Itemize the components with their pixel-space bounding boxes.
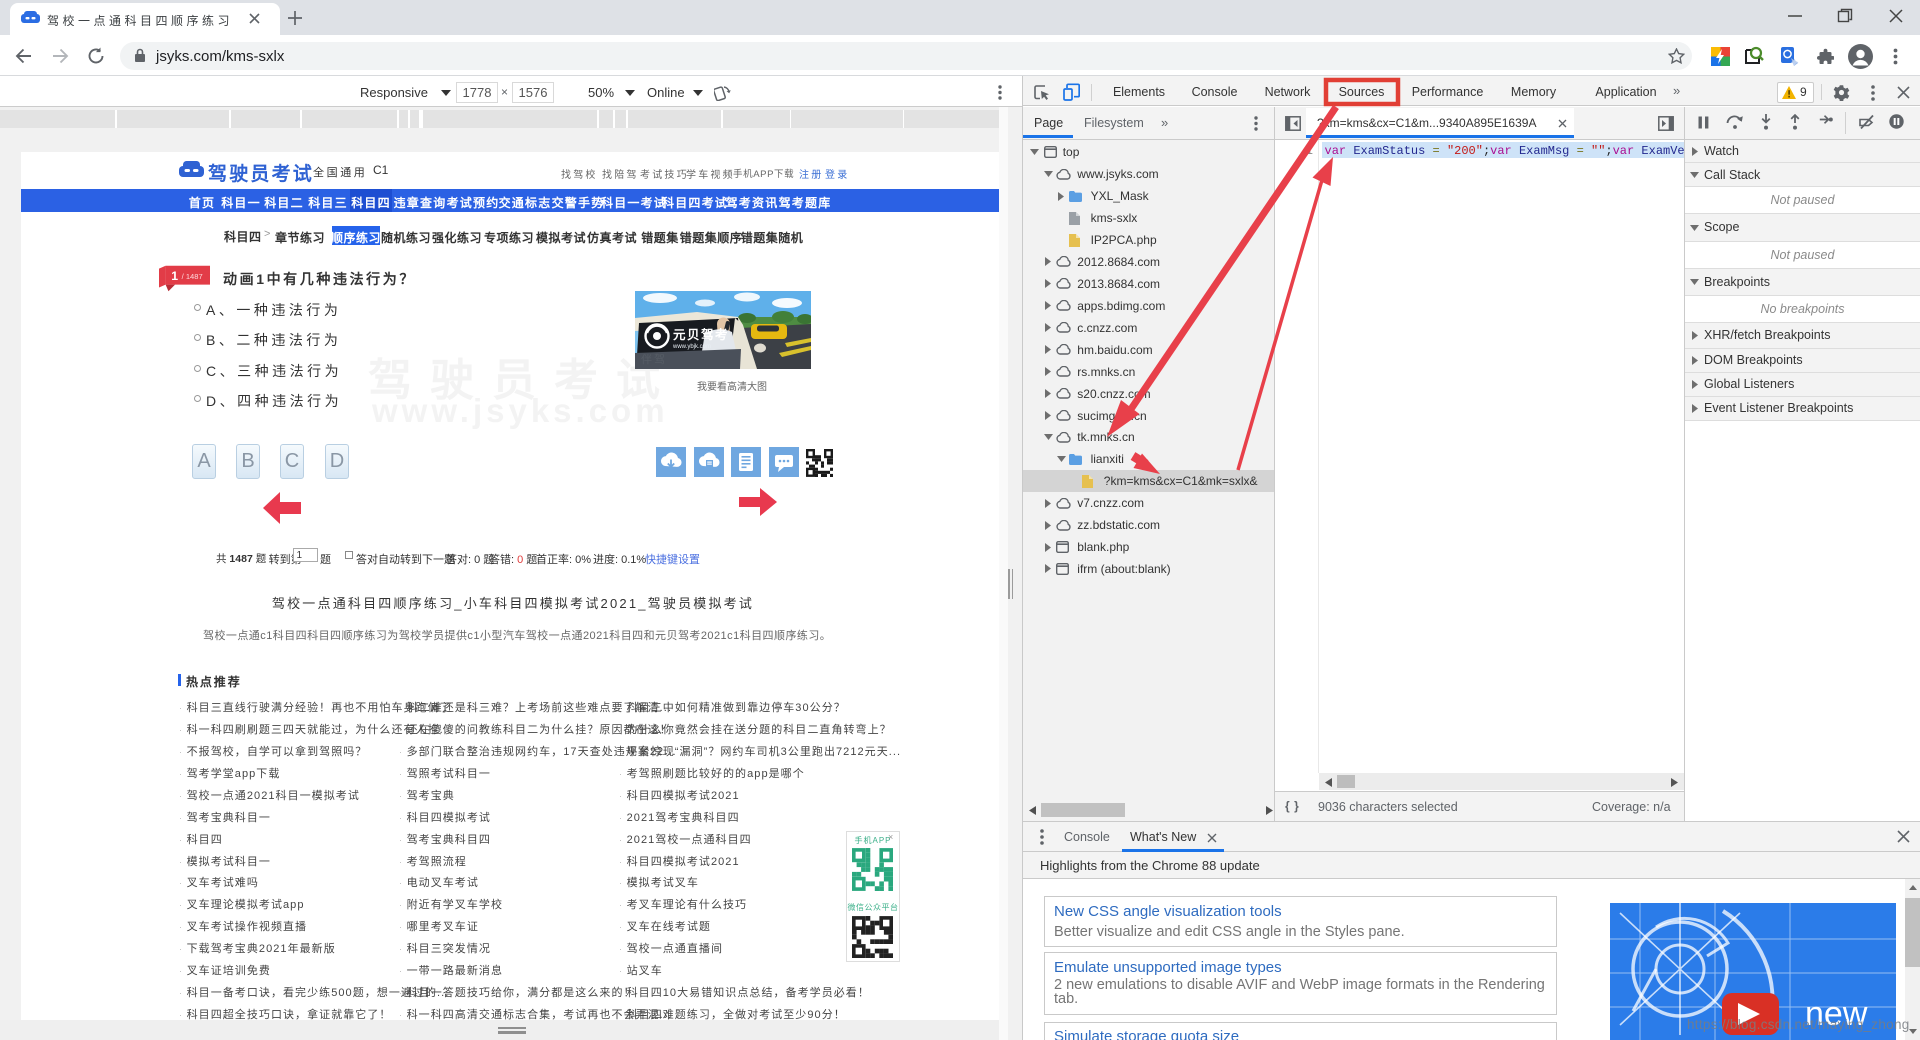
svg-text:元贝驾考: 元贝驾考: [673, 327, 729, 342]
svg-text:www.ybjk.com: www.ybjk.com: [672, 344, 711, 350]
svg-text:伴驾: 伴驾: [641, 353, 667, 366]
svg-text:1: 1: [171, 269, 178, 283]
svg-text:/ 1487: / 1487: [182, 272, 203, 281]
